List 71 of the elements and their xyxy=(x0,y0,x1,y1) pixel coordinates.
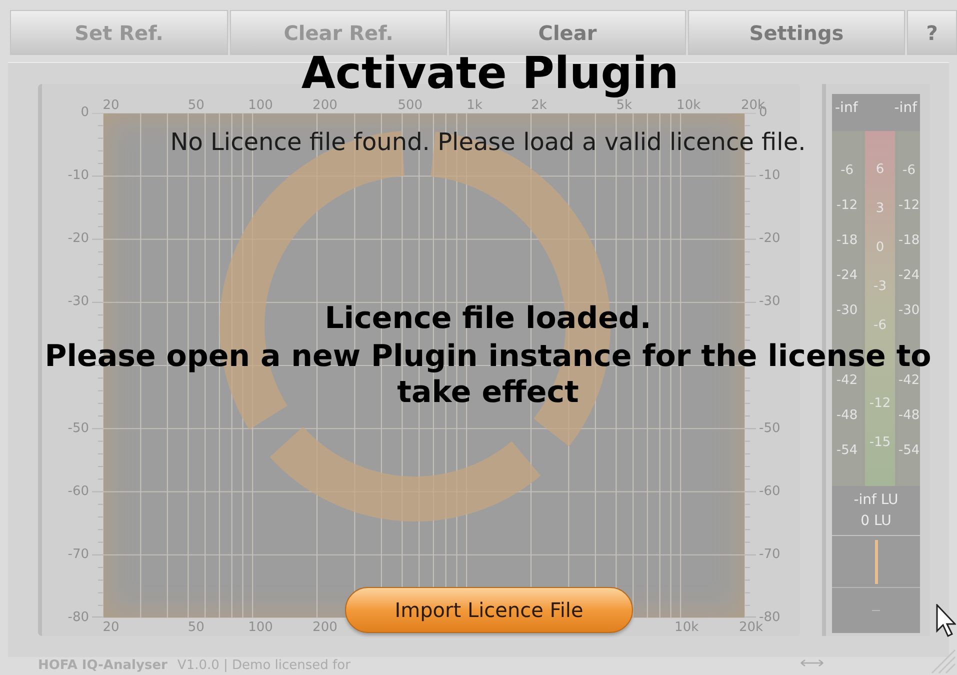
dash-icon xyxy=(872,610,880,611)
meter-scale-label: -18 xyxy=(836,234,858,247)
message-line: take effect xyxy=(397,376,579,410)
axis-label: 0 xyxy=(80,106,89,119)
axis-label: 10k xyxy=(676,99,701,112)
axis-label: -60 xyxy=(68,484,89,498)
axis-label: 10k xyxy=(674,621,699,634)
axis-label: -20 xyxy=(68,232,89,246)
axis-label: -50 xyxy=(759,422,780,435)
loudness-value: -inf LU xyxy=(854,490,898,510)
meter-scale-label: -48 xyxy=(898,409,920,422)
meter-scale-label: 0 xyxy=(876,241,884,254)
balance-indicator xyxy=(874,540,878,584)
meter-scale-label: -24 xyxy=(836,269,858,282)
meter-scale-label: -54 xyxy=(836,444,858,457)
axis-label: 100 xyxy=(248,99,273,112)
loudness-range: 0 LU xyxy=(860,512,892,530)
axis-label: -80 xyxy=(759,611,780,624)
meter-scale-label: -6 xyxy=(874,319,886,332)
meter-scale-label: -6 xyxy=(902,164,916,177)
axis-label: -70 xyxy=(68,548,89,561)
axis-label: 20k xyxy=(738,621,764,634)
message-title: Licence file loaded. xyxy=(324,304,652,334)
axis-label: -70 xyxy=(759,548,780,561)
axis-label: 100 xyxy=(248,621,273,634)
meter-scale-label: -54 xyxy=(898,444,920,457)
toolbar-button[interactable]: ? xyxy=(907,10,957,55)
meter-scale-label: -15 xyxy=(869,436,891,449)
axis-label: 1k xyxy=(466,99,482,112)
meter-scale-label: -42 xyxy=(898,374,920,387)
axis-label: 200 xyxy=(312,99,338,112)
meter-scale-label: -48 xyxy=(836,409,858,422)
meter-scale-label: -12 xyxy=(869,397,891,410)
axis-label: 500 xyxy=(398,99,423,112)
axis-label: 2k xyxy=(531,99,547,112)
axis-label: 5k xyxy=(616,99,632,112)
axis-label: -80 xyxy=(68,611,89,624)
cursor-icon xyxy=(936,604,956,638)
meter-scale-label: -12 xyxy=(836,199,858,212)
axis-label: -30 xyxy=(759,295,780,308)
peak-value: -inf xyxy=(894,99,917,118)
meter-scale-label: -12 xyxy=(898,199,920,212)
meter-scale-label: -18 xyxy=(898,234,920,247)
meter-scale-label: -30 xyxy=(898,304,920,317)
meter-scale-label: 3 xyxy=(876,202,884,215)
meter-scale-label: -42 xyxy=(836,374,858,387)
message-line: Please open a new Plugin instance for the license to xyxy=(44,340,932,374)
axis-label: -60 xyxy=(759,484,780,498)
axis-label: -20 xyxy=(759,232,780,246)
meter-scale-label: 6 xyxy=(876,163,884,176)
resize-arrows-icon xyxy=(800,658,824,668)
peak-value: -inf xyxy=(835,99,858,118)
resize-grip-icon[interactable] xyxy=(930,648,956,674)
meter-scale-label: -6 xyxy=(840,164,854,177)
axis-label: 50 xyxy=(188,99,204,112)
meter-scale-label: -24 xyxy=(898,269,920,282)
axis-label: 20 xyxy=(102,99,120,112)
meter-scale-label: -30 xyxy=(836,304,858,317)
axis-label: -50 xyxy=(68,422,89,435)
import-licence-button[interactable]: Import Licence File xyxy=(345,587,633,633)
axis-label: -10 xyxy=(759,169,780,182)
licence-status: No Licence file found. Please load a valid licence file. xyxy=(170,130,806,154)
axis-label: 20 xyxy=(102,621,120,634)
axis-label: 200 xyxy=(312,621,338,634)
toolbar-button[interactable]: Clear xyxy=(449,10,686,55)
axis-label: 50 xyxy=(188,621,204,634)
toolbar-button[interactable]: Settings xyxy=(688,10,905,55)
dialog-title: Activate Plugin xyxy=(301,52,679,96)
axis-label: -10 xyxy=(68,169,89,182)
axis-label: -30 xyxy=(68,295,89,308)
meter-scale-label: -3 xyxy=(874,280,886,293)
